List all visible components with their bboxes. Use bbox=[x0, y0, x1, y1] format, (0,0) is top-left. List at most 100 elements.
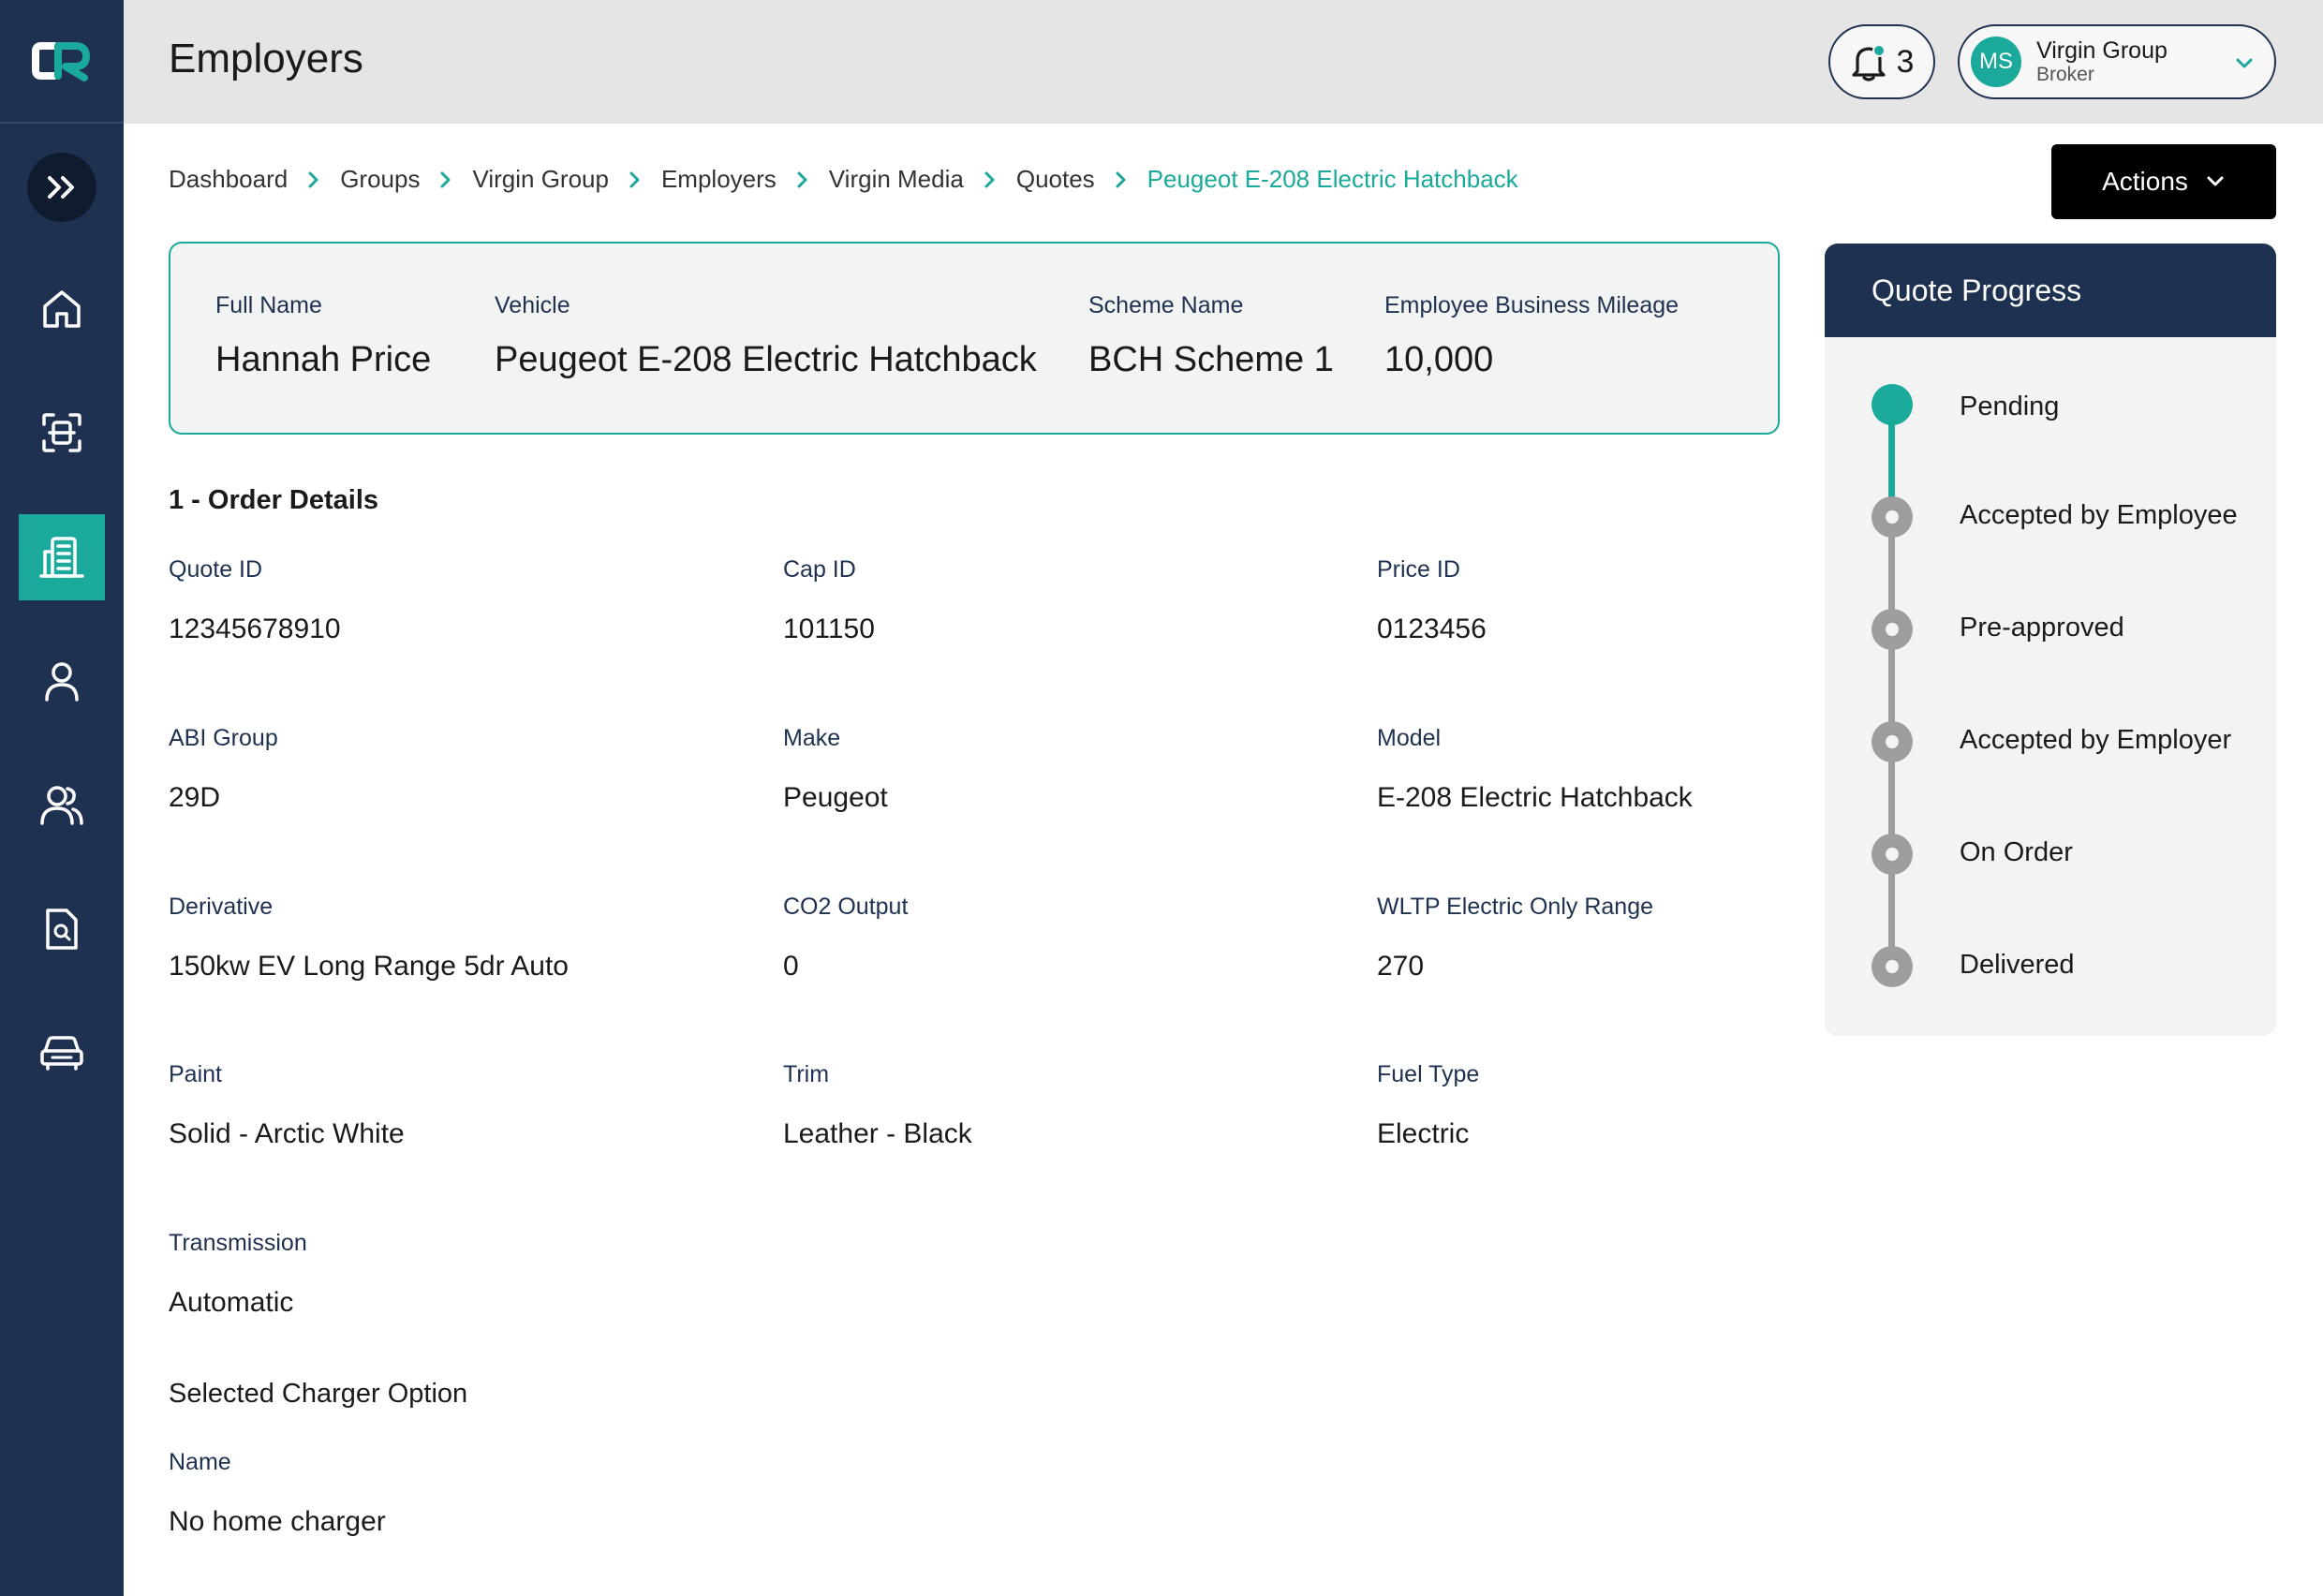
step-label: Pending bbox=[1960, 392, 2060, 421]
sidebar-item-groups[interactable] bbox=[19, 761, 105, 848]
expand-sidebar-button[interactable] bbox=[27, 153, 96, 222]
field-label: WLTP Electric Only Range bbox=[1377, 894, 1654, 920]
double-chevron-right-icon bbox=[48, 176, 74, 199]
field-label: Cap ID bbox=[783, 556, 856, 583]
field-value: 270 bbox=[1377, 951, 1425, 982]
field-cap-id: Cap ID 101150 bbox=[783, 556, 875, 645]
scan-icon bbox=[42, 413, 81, 452]
step-dot-pending bbox=[1872, 384, 1913, 425]
field-label: CO2 Output bbox=[783, 894, 909, 920]
chevron-down-icon bbox=[2236, 58, 2253, 68]
chevron-right-icon bbox=[628, 170, 643, 190]
sidebar-item-vehicles[interactable] bbox=[19, 1010, 105, 1096]
breadcrumb-dashboard[interactable]: Dashboard bbox=[169, 165, 288, 194]
field-label: Trim bbox=[783, 1061, 830, 1087]
field-value: Peugeot bbox=[783, 782, 888, 813]
sidebar-item-home[interactable] bbox=[19, 266, 105, 352]
summary-vehicle: Vehicle Peugeot E-208 Electric Hatchback bbox=[495, 292, 1037, 380]
field-label: Transmission bbox=[169, 1230, 307, 1256]
page-title: Employers bbox=[169, 36, 363, 81]
field-paint: Paint Solid - Arctic White bbox=[169, 1061, 405, 1150]
field-value: 29D bbox=[169, 782, 221, 813]
field-label: ABI Group bbox=[169, 725, 278, 751]
field-label: Quote ID bbox=[169, 556, 263, 583]
quote-progress-title: Quote Progress bbox=[1825, 244, 2276, 337]
step-label: Accepted by Employer bbox=[1960, 725, 2232, 755]
field-value: No home charger bbox=[169, 1506, 386, 1537]
field-label: Derivative bbox=[169, 894, 274, 920]
building-icon bbox=[39, 537, 84, 578]
chevron-down-icon bbox=[2207, 176, 2224, 186]
notifications-button[interactable]: 3 bbox=[1828, 24, 1935, 99]
user-menu[interactable]: MS Virgin Group Broker bbox=[1958, 24, 2276, 99]
user-role: Broker bbox=[2036, 64, 2094, 86]
bell-icon bbox=[1851, 44, 1886, 81]
chevron-right-icon bbox=[983, 170, 998, 190]
sidebar-item-employers[interactable] bbox=[19, 514, 105, 600]
field-value: Electric bbox=[1377, 1118, 1470, 1149]
summary-label: Scheme Name bbox=[1088, 292, 1244, 318]
field-label: Fuel Type bbox=[1377, 1061, 1480, 1087]
summary-mileage: Employee Business Mileage 10,000 bbox=[1384, 292, 1679, 380]
sidebar-item-documents[interactable] bbox=[19, 886, 105, 972]
sidebar-item-scan[interactable] bbox=[19, 390, 105, 476]
breadcrumb-quotes[interactable]: Quotes bbox=[1016, 165, 1095, 194]
car-icon bbox=[40, 1036, 83, 1071]
field-label: Model bbox=[1377, 725, 1442, 751]
field-label: Price ID bbox=[1377, 556, 1460, 583]
users-icon bbox=[40, 786, 83, 825]
field-price-id: Price ID 0123456 bbox=[1377, 556, 1487, 645]
field-make: Make Peugeot bbox=[783, 725, 888, 814]
step-label: Delivered bbox=[1960, 950, 2075, 980]
breadcrumb-current-vehicle: Peugeot E-208 Electric Hatchback bbox=[1147, 165, 1518, 193]
breadcrumb-employers[interactable]: Employers bbox=[661, 165, 777, 194]
field-trim: Trim Leather - Black bbox=[783, 1061, 972, 1150]
field-charger-name: Name No home charger bbox=[169, 1449, 386, 1538]
actions-button[interactable]: Actions bbox=[2051, 144, 2276, 219]
actions-label: Actions bbox=[2102, 167, 2188, 196]
logo[interactable] bbox=[0, 0, 124, 124]
summary-label: Employee Business Mileage bbox=[1384, 292, 1679, 318]
field-value: 0123456 bbox=[1377, 613, 1487, 644]
breadcrumb-virgin-group[interactable]: Virgin Group bbox=[472, 165, 609, 194]
step-dot bbox=[1872, 496, 1913, 538]
top-bar: Employers 3 MS Virgin Group Broker bbox=[124, 0, 2323, 124]
user-icon bbox=[45, 662, 79, 702]
charger-section-title: Selected Charger Option bbox=[169, 1379, 468, 1409]
field-fuel-type: Fuel Type Electric bbox=[1377, 1061, 1479, 1150]
field-abi-group: ABI Group 29D bbox=[169, 725, 278, 814]
sidebar bbox=[0, 0, 124, 1596]
field-value: E-208 Electric Hatchback bbox=[1377, 782, 1693, 813]
quote-summary-card: Full Name Hannah Price Vehicle Peugeot E… bbox=[169, 242, 1780, 435]
step-dot bbox=[1872, 609, 1913, 650]
field-value: 150kw EV Long Range 5dr Auto bbox=[169, 951, 569, 982]
summary-value: BCH Scheme 1 bbox=[1088, 340, 1334, 379]
breadcrumb-virgin-media[interactable]: Virgin Media bbox=[829, 165, 964, 194]
notification-count: 3 bbox=[1896, 43, 1915, 80]
field-value: Leather - Black bbox=[783, 1118, 972, 1149]
step-dot bbox=[1872, 721, 1913, 762]
sidebar-item-employee[interactable] bbox=[19, 638, 105, 724]
document-search-icon bbox=[46, 909, 78, 950]
breadcrumb-groups[interactable]: Groups bbox=[340, 165, 420, 194]
order-details-title: 1 - Order Details bbox=[169, 485, 379, 515]
field-value: 101150 bbox=[783, 613, 875, 644]
summary-full-name: Full Name Hannah Price bbox=[215, 292, 431, 380]
breadcrumb: Dashboard Groups Virgin Group Employers … bbox=[169, 165, 1518, 194]
user-name: Virgin Group bbox=[2036, 37, 2168, 64]
chevron-right-icon bbox=[1114, 170, 1129, 190]
field-model: Model E-208 Electric Hatchback bbox=[1377, 725, 1693, 814]
field-wltp-range: WLTP Electric Only Range 270 bbox=[1377, 894, 1653, 983]
field-value: 12345678910 bbox=[169, 613, 341, 644]
field-co2-output: CO2 Output 0 bbox=[783, 894, 908, 983]
summary-value: 10,000 bbox=[1384, 340, 1494, 379]
step-label: On Order bbox=[1960, 837, 2073, 867]
field-derivative: Derivative 150kw EV Long Range 5dr Auto bbox=[169, 894, 569, 983]
logo-icon bbox=[32, 42, 90, 81]
home-icon bbox=[43, 290, 81, 328]
field-label: Paint bbox=[169, 1061, 222, 1087]
chevron-right-icon bbox=[438, 170, 453, 190]
step-label: Accepted by Employee bbox=[1960, 500, 2238, 530]
field-transmission: Transmission Automatic bbox=[169, 1230, 307, 1319]
step-label: Pre-approved bbox=[1960, 613, 2124, 643]
